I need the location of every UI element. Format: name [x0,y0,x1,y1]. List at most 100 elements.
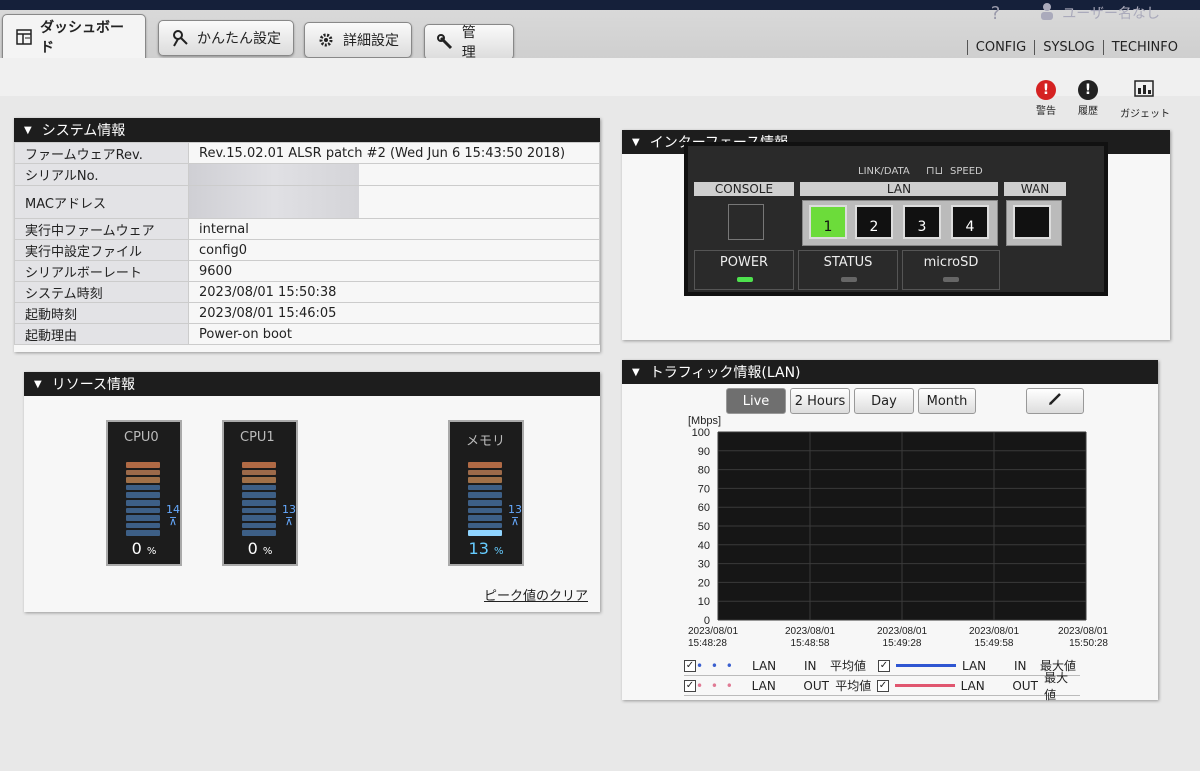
range-2hours-button[interactable]: 2 Hours [790,388,850,414]
redaction-blur [189,164,359,185]
legend-row: ✓ • • • LAN IN 平均値 ✓ LAN IN 最大値 [684,656,1080,676]
collapse-icon: ▼ [632,366,640,378]
y-tick-label: 60 [698,502,710,514]
table-row: シリアルボーレート 9600 [14,260,600,282]
history-icon: ! [1078,80,1098,100]
lan-port-1[interactable]: 1 [809,205,847,239]
legend-dir: IN [804,658,817,673]
console-label: CONSOLE [694,182,794,196]
gadget-button[interactable]: ガジェット [1120,80,1170,120]
status-label: STATUS [823,255,873,270]
row-value: 2023/08/01 15:50:38 [188,281,600,303]
legend-swatch-solid [894,684,955,687]
wan-port[interactable] [1013,205,1051,239]
gadget-icon [1134,80,1156,103]
tab-dashboard[interactable]: ダッシュボード [2,14,146,58]
meter-bars [126,462,160,536]
lan-port-4[interactable]: 4 [951,205,989,239]
collapse-icon: ▼ [24,124,32,136]
user-name: ユーザー名なし [1062,6,1160,22]
row-value: Power-on boot [188,323,600,345]
y-tick-label: 30 [698,559,710,571]
panel-header[interactable]: ▼ リソース情報 [24,372,600,396]
tool-label: 警告 [1036,106,1056,117]
y-tick-label: 70 [698,483,710,495]
meter-label: CPU0 [124,430,159,445]
table-row: ファームウェアRev. Rev.15.02.01 ALSR patch #2 (W… [14,142,600,164]
x-tick-date: 2023/08/01 [1058,626,1108,637]
legend-kind: 最大値 [1044,670,1069,702]
meter-segment [468,462,502,468]
user-menu[interactable]: ユーザー名なし [1040,2,1160,24]
x-tick-time: 15:50:28 [1069,638,1108,649]
interface-info-panel: ▼ インターフェース情報 LINK/DATA ⊓⊔ SPEED CONSOLE … [622,130,1170,340]
tab-easy-setup[interactable]: かんたん設定 [158,20,294,56]
row-value: 9600 [188,260,600,282]
legend-kind: 平均値 [835,679,872,693]
legend-checkbox[interactable]: ✓ [684,659,696,672]
meter-segment [126,484,160,491]
speed-label: SPEED [950,166,983,177]
tab-management[interactable]: 管 理 [424,24,514,61]
warning-button[interactable]: ! 警告 [1036,80,1056,120]
power-indicator: POWER [694,250,794,290]
legend-iface: LAN [960,678,985,693]
panel-title: トラフィック情報(LAN) [649,365,801,381]
lan-label: LAN [800,182,998,196]
clear-peak-link[interactable]: ピーク値のクリア [484,585,588,604]
panel-header[interactable]: ▼ トラフィック情報(LAN) [622,360,1158,384]
meter-segment [242,522,276,529]
power-label: POWER [719,255,769,270]
legend-checkbox[interactable]: ✓ [684,679,696,692]
range-month-button[interactable]: Month [918,388,976,414]
x-tick-date: 2023/08/01 [969,626,1019,637]
meter-segment [126,477,160,483]
speed-icon: ⊓⊔ [926,164,944,177]
panel-header[interactable]: ▼ システム情報 [14,118,600,142]
y-tick-label: 50 [698,521,710,533]
range-live-button[interactable]: Live [726,388,786,414]
collapse-icon: ▼ [34,378,42,390]
top-links: CONFIG SYSLOG TECHINFO [966,40,1186,55]
row-key: 起動理由 [14,323,189,345]
mac-redacted [188,185,600,219]
row-key: 実行中ファームウェア [14,218,189,240]
table-row: 実行中ファームウェア internal [14,218,600,240]
meter-segment [468,515,502,521]
lan-port-3[interactable]: 3 [903,205,941,239]
legend-checkbox[interactable]: ✓ [876,679,889,692]
legend-iface: LAN [752,658,777,673]
meter-segment [126,462,160,468]
status-led [841,277,857,282]
collapse-icon: ▼ [632,136,640,148]
content-strip [0,58,1200,96]
power-led [737,277,753,282]
syslog-link[interactable]: SYSLOG [1034,40,1103,55]
help-icon[interactable]: ? [991,3,1001,24]
history-button[interactable]: ! 履歴 [1078,80,1098,120]
panel-title: リソース情報 [51,377,136,393]
meter-segment [242,484,276,491]
router-front-panel: LINK/DATA ⊓⊔ SPEED CONSOLE LAN WAN 1 2 3… [684,142,1108,296]
tab-advanced-settings[interactable]: 詳細設定 [304,22,412,58]
edit-button[interactable] [1026,388,1084,414]
config-link[interactable]: CONFIG [966,40,1034,55]
x-tick-time: 15:48:58 [791,638,830,649]
meter-segment [242,507,276,514]
x-tick-date: 2023/08/01 [785,626,835,637]
pencil-icon [1048,392,1062,410]
cpu0-meter: CPU0 14 ⊼ 0 % [106,420,182,566]
tool-label: ガジェット [1120,109,1170,120]
legend-checkbox[interactable]: ✓ [878,659,890,672]
link-data-label: LINK/DATA [858,166,910,177]
table-row: MACアドレス [14,185,600,219]
y-tick-label: 20 [698,577,710,589]
table-row: システム時刻 2023/08/01 15:50:38 [14,281,600,303]
range-day-button[interactable]: Day [854,388,914,414]
meter-segment [242,477,276,483]
legend-kind: 平均値 [830,659,867,673]
techinfo-link[interactable]: TECHINFO [1102,40,1186,55]
tab-label: かんたん設定 [197,31,281,47]
legend-iface: LAN [751,678,776,693]
lan-port-2[interactable]: 2 [855,205,893,239]
